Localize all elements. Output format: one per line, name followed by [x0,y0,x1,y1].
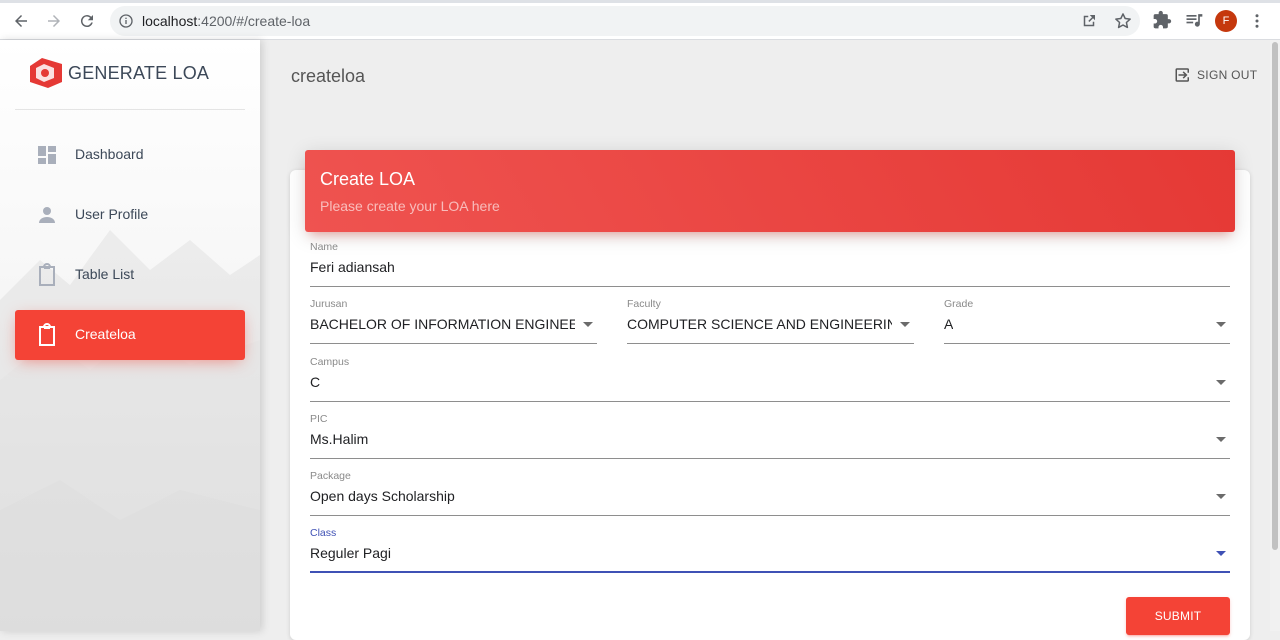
clipboard-icon [39,323,55,346]
address-bar[interactable]: localhost:4200/#/create-loa [110,6,1140,36]
dropdown-arrow-icon[interactable] [1216,551,1226,556]
package-select[interactable]: Package Open days Scholarship [310,470,1230,516]
dropdown-arrow-icon[interactable] [1216,322,1226,327]
class-value: Reguler Pagi [310,545,391,561]
sign-out-icon [1175,68,1189,82]
sign-out-button[interactable]: SIGN OUT [1174,66,1257,84]
sidebar-item-label: User Profile [75,206,149,222]
bookmark-star-icon[interactable] [1113,11,1133,31]
campus-value: C [310,374,321,390]
dropdown-arrow-icon[interactable] [1216,494,1226,499]
name-label: Name [310,241,339,253]
sidebar-item-label: Dashboard [75,146,144,162]
share-icon[interactable] [1080,12,1098,30]
media-queue-icon[interactable] [1184,10,1204,30]
card-header: Create LOA Please create your LOA here [305,150,1235,232]
package-value: Open days Scholarship [310,488,455,504]
sidebar-item-table-list[interactable]: Table List [15,250,245,300]
page-title: createloa [291,66,366,86]
pic-select[interactable]: PIC Ms.Halim [310,413,1230,459]
sidebar-item-label: Createloa [75,326,136,342]
forward-button[interactable] [42,9,66,33]
faculty-select[interactable]: Faculty COMPUTER SCIENCE AND ENGINEERING [627,298,914,344]
field-underline [627,343,914,344]
grade-select[interactable]: Grade A [944,298,1230,344]
field-underline [310,458,1230,459]
logo-text: GENERATE LOA [68,62,210,83]
dropdown-arrow-icon[interactable] [583,322,593,327]
logo-mark-icon [30,58,62,88]
dropdown-arrow-icon[interactable] [1216,380,1226,385]
jurusan-label: Jurusan [310,298,348,310]
class-label: Class [310,527,337,539]
reload-button[interactable] [75,9,99,33]
dropdown-arrow-icon[interactable] [1216,437,1226,442]
sidebar-item-dashboard[interactable]: Dashboard [15,130,245,180]
sidebar-item-createloa[interactable]: Createloa [15,310,245,360]
brand-logo[interactable]: GENERATE LOA [28,56,209,90]
card-subtitle: Please create your LOA here [320,198,500,214]
sidebar-item-label: Table List [75,266,135,282]
sign-out-label: SIGN OUT [1197,68,1258,82]
reload-icon [80,15,93,28]
name-input[interactable]: Feri adiansah [310,259,395,275]
submit-button[interactable]: SUBMIT [1126,597,1230,635]
url-path: :4200/#/create-loa [197,13,311,29]
person-icon [39,207,55,223]
grade-label: Grade [944,298,974,310]
pic-value: Ms.Halim [310,431,369,447]
scrollbar-thumb[interactable] [1272,42,1278,550]
field-underline [310,286,1230,287]
class-select[interactable]: Class Reguler Pagi [310,527,1230,573]
field-underline [310,343,597,344]
faculty-label: Faculty [627,298,661,310]
sidebar: GENERATE LOA Dashboard User Profile Tabl… [0,40,260,631]
field-underline [310,571,1230,573]
campus-select[interactable]: Campus C [310,356,1230,402]
page-scrollbar[interactable] [1270,40,1280,631]
faculty-value: COMPUTER SCIENCE AND ENGINEERING [627,316,892,332]
field-underline [944,343,1230,344]
profile-avatar[interactable]: F [1215,10,1237,32]
field-underline [310,515,1230,516]
jurusan-value: BACHELOR OF INFORMATION ENGINEER... [310,316,575,332]
pic-label: PIC [310,413,328,425]
browser-menu-icon[interactable] [1248,11,1266,31]
arrow-right-icon [48,15,60,27]
card-title: Create LOA [320,169,416,189]
main-content: createloa SIGN OUT Create LOA Please cre… [260,40,1280,640]
back-button[interactable] [9,9,33,33]
extensions-puzzle-icon[interactable] [1152,10,1172,30]
package-label: Package [310,470,351,482]
url-text: localhost:4200/#/create-loa [142,13,310,29]
clipboard-icon [39,263,55,286]
dropdown-arrow-icon[interactable] [900,322,910,327]
campus-label: Campus [310,356,350,368]
sidebar-divider [15,109,245,110]
field-underline [310,401,1230,402]
info-icon[interactable] [118,13,134,29]
browser-toolbar: localhost:4200/#/create-loa F [0,0,1280,40]
grade-value: A [944,316,954,332]
url-host: localhost [142,13,198,29]
sidebar-item-user-profile[interactable]: User Profile [15,190,245,240]
jurusan-select[interactable]: Jurusan BACHELOR OF INFORMATION ENGINEER… [310,298,597,344]
name-field[interactable]: Name Feri adiansah [310,241,1230,287]
tab-strip-edge [0,0,1280,3]
dashboard-icon [38,146,56,164]
arrow-left-icon [15,15,27,27]
